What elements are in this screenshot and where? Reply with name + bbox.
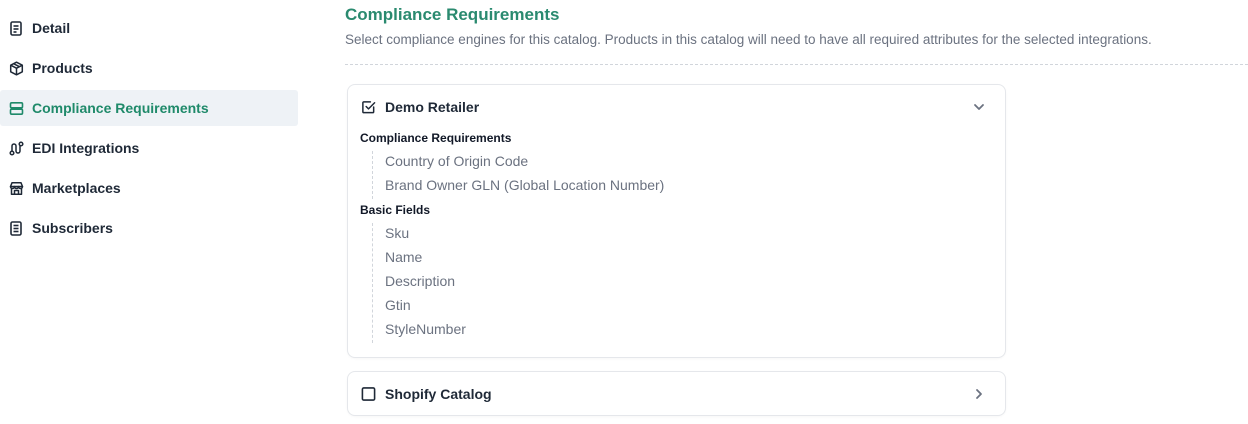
checkbox-checked[interactable] xyxy=(361,100,376,115)
sidebar-item-label: Subscribers xyxy=(32,220,113,236)
sidebar-item-label: Detail xyxy=(32,20,71,36)
requirements-section: Compliance Requirements Country of Origi… xyxy=(348,131,1005,199)
sidebar-item-label: Compliance Requirements xyxy=(32,100,209,116)
page-title: Compliance Requirements xyxy=(345,5,560,24)
integration-card-shopify-catalog: Shopify Catalog xyxy=(347,371,1006,416)
basic-fields-section: Basic Fields Sku Name Description Gtin S… xyxy=(348,203,1005,343)
list-item: Description xyxy=(385,273,456,289)
page-subtitle: Select compliance engines for this catal… xyxy=(345,32,1152,47)
chevron-right-icon[interactable] xyxy=(971,386,987,402)
integration-card-header[interactable]: Shopify Catalog xyxy=(348,372,1005,415)
list-item: Brand Owner GLN (Global Location Number) xyxy=(385,177,665,193)
sidebar-item-edi-integrations[interactable]: EDI Integrations xyxy=(0,130,298,166)
divider xyxy=(345,64,1248,65)
sidebar-item-label: Marketplaces xyxy=(32,180,121,196)
route-icon xyxy=(8,140,24,156)
sidebar-item-products[interactable]: Products xyxy=(0,50,298,86)
requirements-list: Country of Origin Code Brand Owner GLN (… xyxy=(372,151,1005,199)
server-icon xyxy=(8,100,24,116)
sidebar-item-detail[interactable]: Detail xyxy=(0,10,298,46)
document-icon xyxy=(8,20,24,36)
list-item: StyleNumber xyxy=(385,321,466,337)
list-item: Country of Origin Code xyxy=(385,153,529,169)
list-item: Name xyxy=(385,249,423,265)
list-item: Sku xyxy=(385,225,410,241)
integration-card-demo-retailer: Demo Retailer Compliance Requirements Co… xyxy=(347,84,1006,358)
section-title: Compliance Requirements xyxy=(360,131,512,145)
checkbox-unchecked[interactable] xyxy=(361,386,376,401)
chevron-down-icon[interactable] xyxy=(971,99,987,115)
section-title: Basic Fields xyxy=(360,203,431,217)
integration-name: Shopify Catalog xyxy=(385,385,492,402)
sidebar: Detail Products Compliance Requirements … xyxy=(0,10,298,250)
list-icon xyxy=(8,220,24,236)
list-item: Gtin xyxy=(385,297,411,313)
sidebar-item-label: EDI Integrations xyxy=(32,140,140,156)
sidebar-item-marketplaces[interactable]: Marketplaces xyxy=(0,170,298,206)
sidebar-item-subscribers[interactable]: Subscribers xyxy=(0,210,298,246)
integration-name: Demo Retailer xyxy=(385,99,480,115)
sidebar-item-compliance-requirements[interactable]: Compliance Requirements xyxy=(0,90,298,126)
integration-card-header[interactable]: Demo Retailer xyxy=(348,85,1005,129)
sidebar-item-label: Products xyxy=(32,60,93,76)
store-icon xyxy=(8,180,24,196)
box-icon xyxy=(8,60,24,76)
basic-fields-list: Sku Name Description Gtin StyleNumber xyxy=(372,223,1005,343)
